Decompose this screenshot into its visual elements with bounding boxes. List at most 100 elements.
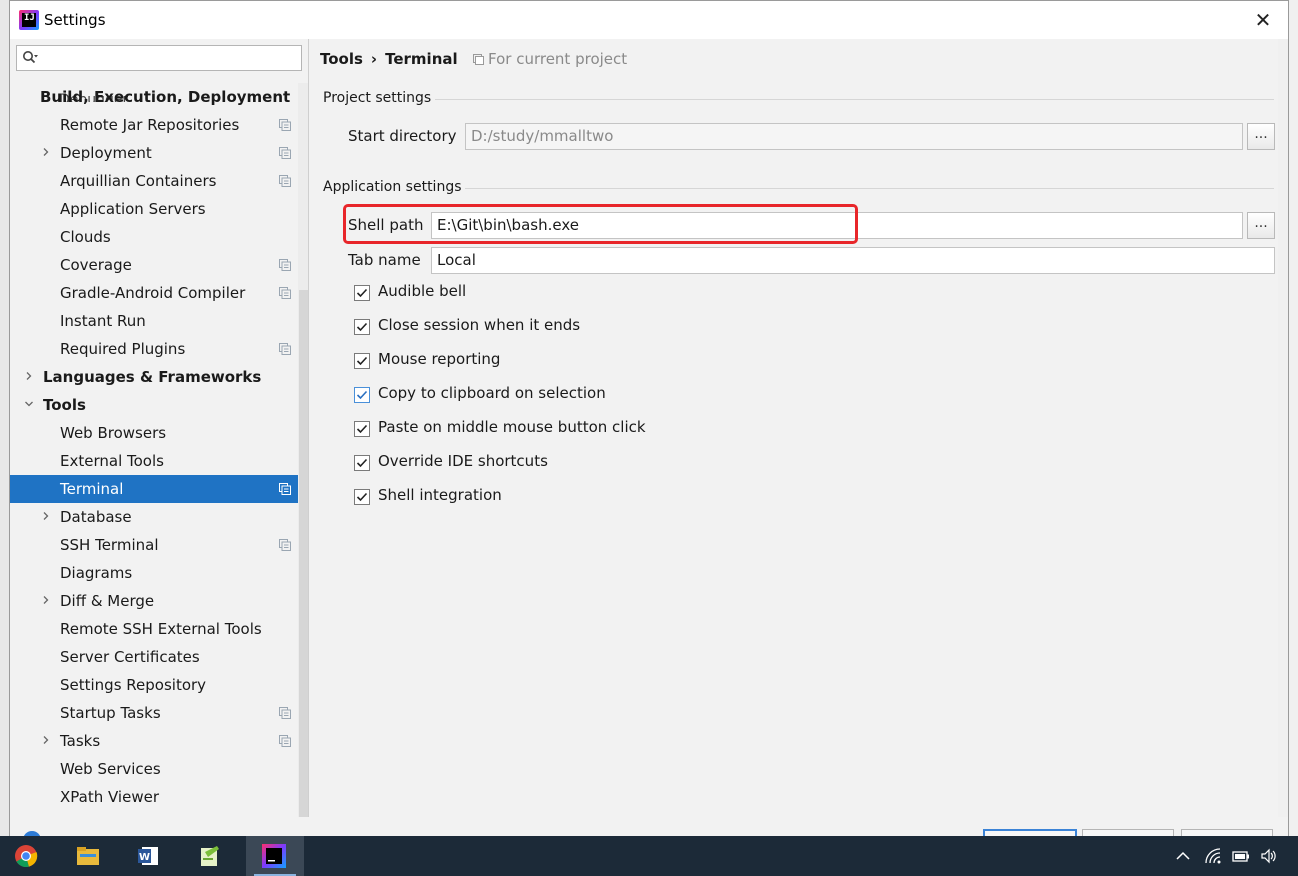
tree-item-label: Tasks	[60, 732, 101, 750]
tree-item-label: Tools	[43, 396, 86, 414]
wifi-icon[interactable]	[1204, 847, 1222, 865]
tree-item-label: XPath Viewer	[60, 788, 159, 806]
tree-item-instant-run[interactable]: Instant Run	[10, 307, 298, 335]
dialog-button-bar	[10, 817, 1288, 843]
tree-item-application-servers[interactable]: Application Servers	[10, 195, 298, 223]
project-level-icon	[279, 259, 291, 271]
tree-item-languages-frameworks[interactable]: Languages & Frameworks	[10, 363, 298, 391]
checkbox-label: Override IDE shortcuts	[378, 452, 548, 470]
tree-item-tasks[interactable]: Tasks	[10, 727, 298, 755]
tree-item-database[interactable]: Database	[10, 503, 298, 531]
tree-item-terminal[interactable]: Terminal	[10, 475, 298, 503]
tree-item-diff-merge[interactable]: Diff & Merge	[10, 587, 298, 615]
content-scrollbar[interactable]	[1278, 39, 1288, 817]
chrome-icon	[15, 845, 38, 868]
checkbox-audible-bell[interactable]	[354, 285, 370, 301]
checkbox-override-ide-shortcuts[interactable]	[354, 455, 370, 471]
tree-item-server-certificates[interactable]: Server Certificates	[10, 643, 298, 671]
checkbox-shell-integration[interactable]	[354, 489, 370, 505]
windows-taskbar: W	[0, 836, 1298, 876]
tree-item-xpath-viewer[interactable]: XPath Viewer	[10, 783, 298, 811]
search-icon	[23, 51, 38, 64]
scope-label: For current project	[488, 50, 628, 68]
tree-item-ssh-terminal[interactable]: SSH Terminal	[10, 531, 298, 559]
checkmark-icon	[356, 458, 368, 468]
checkbox-label: Audible bell	[378, 282, 467, 300]
checkmark-icon	[356, 288, 368, 298]
battery-icon[interactable]	[1232, 847, 1250, 865]
checkbox-close-session-when-it-ends[interactable]	[354, 319, 370, 335]
taskbar-file-explorer[interactable]	[64, 836, 112, 876]
tree-item-label: Instant Run	[60, 312, 146, 330]
project-settings-title: Project settings	[323, 90, 432, 106]
tree-item-required-plugins[interactable]: Required Plugins	[10, 335, 298, 363]
tree-item-web-browsers[interactable]: Web Browsers	[10, 419, 298, 447]
application-settings-title: Application settings	[323, 179, 462, 195]
sidebar-scrollbar-thumb[interactable]	[299, 290, 308, 817]
intellij-app-icon: IJ	[19, 10, 39, 30]
tree-item-web-services[interactable]: Web Services	[10, 755, 298, 783]
tree-item-label: Required Plugins	[60, 340, 186, 358]
tree-item-arquillian-containers[interactable]: Arquillian Containers	[10, 167, 298, 195]
checkbox-mouse-reporting[interactable]	[354, 353, 370, 369]
shell-path-input[interactable]: E:\Git\bin\bash.exe	[431, 212, 1243, 239]
scope-indicator: For current project	[473, 50, 627, 68]
taskbar-chrome[interactable]	[2, 836, 50, 876]
project-level-icon	[279, 147, 291, 159]
tree-item-label: Languages & Frameworks	[43, 368, 262, 386]
tree-item-label: Web Browsers	[60, 424, 167, 442]
checkmark-icon	[356, 492, 368, 502]
settings-search-input[interactable]	[16, 45, 302, 71]
start-directory-label: Start directory	[348, 127, 457, 145]
close-button[interactable]: ✕	[1250, 7, 1276, 33]
project-level-icon	[279, 735, 291, 747]
tab-name-label: Tab name	[348, 251, 421, 269]
project-level-icon	[279, 287, 291, 299]
checkbox-copy-to-clipboard-on-selection[interactable]	[354, 387, 370, 403]
tab-name-input[interactable]: Local	[431, 247, 1275, 274]
chevron-right-icon[interactable]	[42, 512, 50, 520]
settings-sidebar: Debugger Build, Execution, Deployment Re…	[10, 39, 309, 817]
tree-item-label: SSH Terminal	[60, 536, 159, 554]
settings-dialog: IJ Settings ✕ Debugger Build, Execution,…	[9, 0, 1289, 843]
settings-content: Tools › Terminal For current project Proje…	[310, 39, 1288, 817]
tree-item-deployment[interactable]: Deployment	[10, 139, 298, 167]
tree-header-build-execution-deployment[interactable]: Build, Execution, Deployment	[10, 83, 298, 111]
window-title: Settings	[44, 11, 106, 29]
volume-icon[interactable]	[1260, 847, 1278, 865]
word-icon: W	[138, 847, 158, 865]
chevron-up-icon[interactable]	[1174, 847, 1192, 865]
taskbar-word[interactable]: W	[124, 836, 172, 876]
notepad-plus-plus-icon	[201, 846, 219, 866]
tree-item-label: Settings Repository	[60, 676, 207, 694]
tree-item-label: Clouds	[60, 228, 111, 246]
tree-item-label: Database	[60, 508, 132, 526]
tree-item-external-tools[interactable]: External Tools	[10, 447, 298, 475]
tree-items: Remote Jar Repositories Deployment Arquill…	[10, 111, 298, 811]
tree-item-startup-tasks[interactable]: Startup Tasks	[10, 699, 298, 727]
title-bar: IJ Settings ✕	[10, 1, 1288, 39]
tree-item-settings-repository[interactable]: Settings Repository	[10, 671, 298, 699]
tree-item-remote-jar-repositories[interactable]: Remote Jar Repositories	[10, 111, 298, 139]
chevron-right-icon[interactable]	[42, 596, 50, 604]
svg-text:W: W	[139, 852, 150, 863]
tree-item-diagrams[interactable]: Diagrams	[10, 559, 298, 587]
taskbar-intellij[interactable]	[246, 836, 304, 876]
chevron-right-icon[interactable]	[42, 736, 50, 744]
chevron-right-icon[interactable]	[42, 148, 50, 156]
project-level-icon	[279, 343, 291, 355]
tree-item-clouds[interactable]: Clouds	[10, 223, 298, 251]
chevron-right-icon[interactable]	[25, 372, 33, 380]
start-directory-input[interactable]: D:/study/mmalltwo	[465, 123, 1243, 150]
tree-item-coverage[interactable]: Coverage	[10, 251, 298, 279]
checkbox-label: Mouse reporting	[378, 350, 501, 368]
checkbox-paste-on-middle-mouse-button-click[interactable]	[354, 421, 370, 437]
tree-item-remote-ssh-external-tools[interactable]: Remote SSH External Tools	[10, 615, 298, 643]
tree-item-tools[interactable]: Tools	[10, 391, 298, 419]
taskbar-notepad[interactable]	[186, 836, 234, 876]
shell-path-browse-button[interactable]: ...	[1247, 212, 1275, 239]
tree-item-gradle-android-compiler[interactable]: Gradle-Android Compiler	[10, 279, 298, 307]
start-directory-browse-button[interactable]: ...	[1247, 123, 1275, 150]
tree-item-label: Application Servers	[60, 200, 206, 218]
chevron-down-icon[interactable]	[25, 400, 33, 408]
